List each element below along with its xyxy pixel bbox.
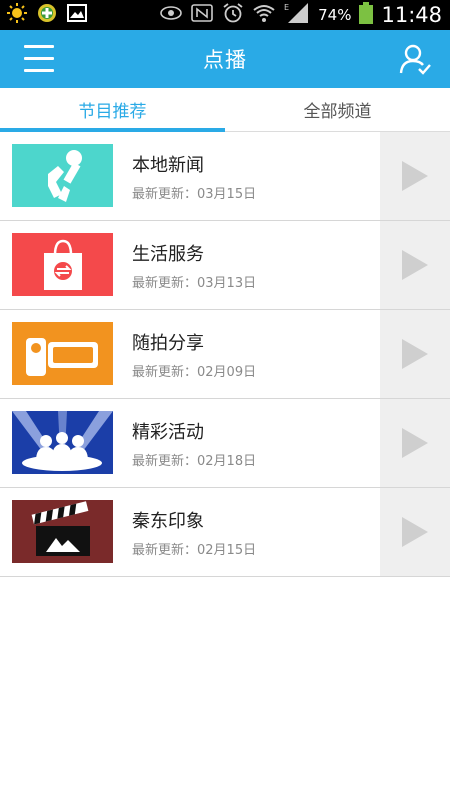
program-title: 精彩活动 (132, 422, 204, 443)
program-thumbnail (12, 322, 113, 385)
battery-percent: 74% (318, 6, 352, 24)
tab-all-channels[interactable]: 全部频道 (225, 88, 450, 131)
list-item[interactable]: 本地新闻 最新更新：03月15日 (0, 132, 450, 221)
program-thumbnail (12, 500, 113, 563)
app-header: 点播 (0, 30, 450, 88)
play-icon (402, 161, 428, 191)
program-updated: 最新更新：02月09日 (132, 365, 257, 380)
list-item[interactable]: 秦东印象 最新更新：02月15日 (0, 488, 450, 577)
program-title: 生活服务 (132, 244, 204, 265)
tab-recommended[interactable]: 节目推荐 (0, 88, 225, 132)
play-button[interactable] (380, 488, 450, 576)
play-button[interactable] (380, 310, 450, 398)
play-button[interactable] (380, 221, 450, 309)
page-title: 点播 (203, 48, 247, 72)
menu-button[interactable] (24, 45, 54, 73)
program-list: 本地新闻 最新更新：03月15日 生活服务 最新更新：03月13日 随拍分享 最… (0, 132, 450, 577)
sun-icon (6, 2, 28, 28)
program-updated: 最新更新：02月15日 (132, 543, 257, 558)
play-button[interactable] (380, 399, 450, 487)
program-thumbnail (12, 144, 113, 207)
list-item[interactable]: 生活服务 最新更新：03月13日 (0, 221, 450, 310)
program-title: 秦东印象 (132, 511, 204, 532)
program-thumbnail (12, 411, 113, 474)
play-icon (402, 339, 428, 369)
signal-icon: E (284, 2, 310, 28)
battery-icon (359, 2, 374, 28)
clock: 11:48 (381, 3, 442, 27)
program-title: 随拍分享 (132, 333, 204, 354)
plus-badge-icon (36, 2, 58, 28)
eye-icon (160, 5, 182, 25)
program-updated: 最新更新：03月15日 (132, 187, 257, 202)
program-title: 本地新闻 (132, 155, 204, 176)
user-check-icon (399, 44, 431, 75)
program-updated: 最新更新：02月18日 (132, 454, 257, 469)
menu-icon (24, 45, 54, 48)
play-icon (402, 517, 428, 547)
play-icon (402, 250, 428, 280)
program-thumbnail (12, 233, 113, 296)
image-icon (66, 3, 88, 27)
play-icon (402, 428, 428, 458)
svg-text:E: E (284, 3, 289, 12)
alarm-icon (222, 2, 244, 28)
program-updated: 最新更新：03月13日 (132, 276, 257, 291)
nfc-icon (190, 3, 214, 27)
tab-bar: 节目推荐 全部频道 (0, 88, 450, 132)
list-item[interactable]: 精彩活动 最新更新：02月18日 (0, 399, 450, 488)
wifi-icon (252, 3, 276, 27)
user-button[interactable] (398, 42, 432, 76)
play-button[interactable] (380, 132, 450, 220)
list-item[interactable]: 随拍分享 最新更新：02月09日 (0, 310, 450, 399)
status-bar: E 74% 11:48 (0, 0, 450, 30)
